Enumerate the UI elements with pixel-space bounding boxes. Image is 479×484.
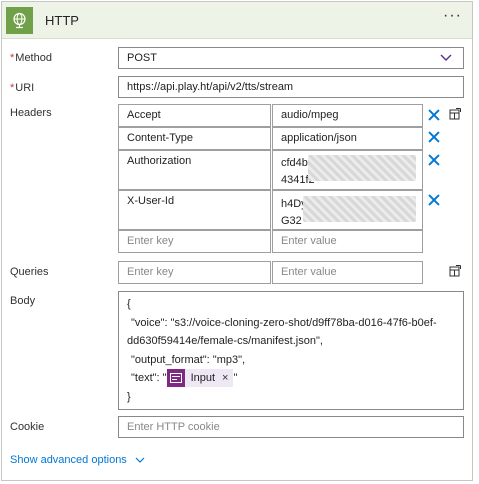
action-title: HTTP	[45, 13, 79, 28]
cookie-label: Cookie	[10, 421, 45, 433]
remove-header-authorization-icon[interactable]	[428, 154, 440, 166]
body-text-quote: "	[233, 372, 238, 384]
header-value-accept[interactable]: audio/mpeg	[272, 104, 423, 127]
show-advanced-options-link[interactable]: Show advanced options	[10, 454, 145, 466]
header-key-content-type[interactable]: Content-Type	[118, 127, 271, 150]
query-key-input[interactable]: Enter key	[118, 261, 271, 284]
uri-input[interactable]: https://api.play.ht/api/v2/tts/stream	[118, 76, 464, 98]
token-label: Input	[190, 371, 216, 384]
method-dropdown[interactable]: POST	[118, 47, 464, 69]
chevron-down-icon	[440, 54, 452, 61]
redaction-blur	[303, 196, 416, 222]
header-value-new[interactable]: Enter value	[272, 230, 423, 253]
advanced-label: Show advanced options	[10, 454, 127, 466]
header-key-authorization[interactable]: Authorization	[118, 150, 271, 190]
header-value-content-type[interactable]: application/json	[272, 127, 423, 150]
method-label-text: Method	[15, 52, 52, 64]
body-editor[interactable]: { "voice": "s3://voice-cloning-zero-shot…	[118, 291, 464, 410]
uri-label-text: URI	[15, 82, 35, 94]
remove-token-icon[interactable]: ×	[222, 369, 228, 388]
query-value-input[interactable]: Enter value	[272, 261, 423, 284]
method-value: POST	[127, 52, 157, 64]
body-line: "text": " Input × "	[127, 369, 455, 388]
more-options-button[interactable]: ···	[443, 7, 462, 25]
queries-label: Queries	[10, 266, 49, 278]
input-token-icon	[166, 369, 185, 388]
header-key-new[interactable]: Enter key	[118, 230, 271, 253]
uri-label: *URI	[10, 82, 34, 94]
body-text-key: "text": "	[131, 372, 167, 384]
globe-icon	[6, 7, 33, 34]
body-line: {	[127, 298, 131, 310]
http-action-card: HTTP ··· *Method POST *URI https://api.p…	[1, 1, 473, 481]
headers-label: Headers	[10, 107, 52, 119]
body-label: Body	[10, 295, 36, 307]
card-header[interactable]: HTTP ···	[2, 2, 472, 39]
remove-header-content-type-icon[interactable]	[428, 131, 440, 143]
header-value-authorization[interactable]: cfd4b 4341f2	[272, 150, 423, 190]
body-line: "output_format": "mp3",	[131, 353, 246, 366]
remove-header-x-user-id-icon[interactable]	[428, 194, 440, 206]
switch-to-text-mode-icon[interactable]	[449, 108, 461, 120]
body-line: "voice": "s3://voice-cloning-zero-shot/d…	[131, 316, 437, 329]
header-key-x-user-id[interactable]: X-User-Id	[118, 190, 271, 230]
cookie-input[interactable]: Enter HTTP cookie	[118, 416, 464, 438]
switch-to-text-mode-icon[interactable]	[449, 265, 461, 277]
remove-header-accept-icon[interactable]	[428, 109, 440, 121]
required-marker: *	[10, 82, 15, 94]
method-label: *Method	[10, 52, 52, 64]
body-line: dd630f59414e/female-cs/manifest.json",	[127, 335, 323, 347]
header-value-x-user-id[interactable]: h4Dy G32	[272, 190, 423, 230]
redaction-blur	[308, 155, 416, 181]
required-marker: *	[10, 52, 15, 64]
body-line: }	[127, 390, 131, 403]
header-key-accept[interactable]: Accept	[118, 104, 271, 127]
chevron-down-icon	[135, 457, 145, 463]
dynamic-content-token[interactable]: Input ×	[166, 369, 234, 388]
